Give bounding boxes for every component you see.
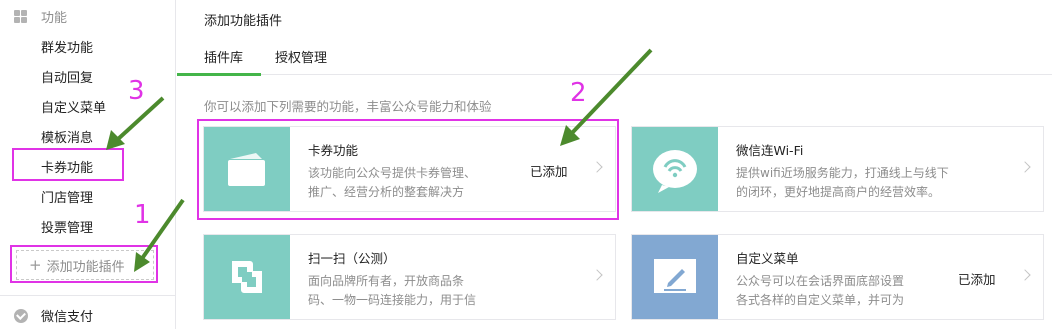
- chevron-right-icon: [1019, 161, 1031, 173]
- plugin-name: 微信连Wi-Fi: [736, 143, 804, 158]
- tab-plugin-library[interactable]: 插件库: [204, 47, 243, 66]
- plugin-card-custom-menu[interactable]: 自定义菜单 公众号可以在会话界面底部设置各式各样的自定义菜单，并可为其设置响应动…: [631, 234, 1044, 320]
- sidebar-section-title: 功能: [41, 11, 68, 26]
- chevron-right-icon: [1019, 269, 1031, 281]
- sidebar-item-mass-send[interactable]: 群发功能: [41, 37, 93, 56]
- annotation-number-1: 1: [134, 200, 151, 230]
- highlight-coupon-sidebar: [12, 148, 124, 181]
- wifi-icon: [653, 150, 697, 193]
- highlight-add-plugin: [10, 245, 158, 283]
- plugin-desc: 公众号可以在会话界面底部设置各式各样的自定义菜单，并可为其设置响应动作: [736, 274, 905, 307]
- sidebar-divider: [0, 295, 175, 296]
- highlight-coupon-card: [197, 119, 619, 220]
- annotation-number-3: 3: [128, 76, 145, 106]
- plugin-thumb-scan: [204, 235, 290, 319]
- plugin-card-scan[interactable]: 扫一扫（公测） 面向品牌所有者，开放商品条码、一物一码连接能力，用于信息展示、服…: [203, 234, 616, 320]
- annotation-number-2: 2: [570, 78, 587, 108]
- sidebar-section-functions[interactable]: 功能: [14, 7, 67, 26]
- plugin-desc: 提供wifi近场服务能力，打通线上与线下的闭环，更好地提高商户的经营效率。: [736, 166, 949, 199]
- plugin-card-wifi[interactable]: 微信连Wi-Fi 提供wifi近场服务能力，打通线上与线下的闭环，更好地提高商户…: [631, 126, 1044, 212]
- sidebar-item-template-message[interactable]: 模板消息: [41, 127, 93, 146]
- sidebar-section-wechat-pay[interactable]: 微信支付: [14, 306, 93, 325]
- plugin-thumb-wifi: [632, 127, 718, 211]
- page-title: 添加功能插件: [204, 14, 283, 29]
- sidebar-item-custom-menu[interactable]: 自定义菜单: [41, 97, 106, 116]
- edit-menu-icon: [654, 259, 696, 293]
- sidebar-item-vote-management[interactable]: 投票管理: [41, 217, 93, 236]
- plugin-status: 已添加: [958, 272, 996, 287]
- plugin-name: 扫一扫（公测）: [308, 251, 396, 266]
- active-tab-indicator: [177, 73, 261, 76]
- scan-icon: [232, 261, 262, 293]
- plugin-thumb-menu: [632, 235, 718, 319]
- wechat-pay-icon: [14, 308, 28, 323]
- sidebar-item-store-management[interactable]: 门店管理: [41, 187, 93, 206]
- tab-authorization[interactable]: 授权管理: [275, 47, 327, 66]
- tab-bar: 插件库 授权管理: [177, 36, 1052, 75]
- sidebar-section-pay-title: 微信支付: [41, 310, 94, 325]
- grid-icon: [14, 10, 27, 23]
- intro-text: 你可以添加下列需要的功能，丰富公众号能力和体验: [204, 99, 492, 114]
- plugin-name: 自定义菜单: [736, 251, 799, 266]
- plugin-desc: 面向品牌所有者，开放商品条码、一物一码连接能力，用于信息展示、服务提供: [308, 274, 477, 307]
- chevron-right-icon: [591, 269, 603, 281]
- sidebar-item-auto-reply[interactable]: 自动回复: [41, 67, 93, 86]
